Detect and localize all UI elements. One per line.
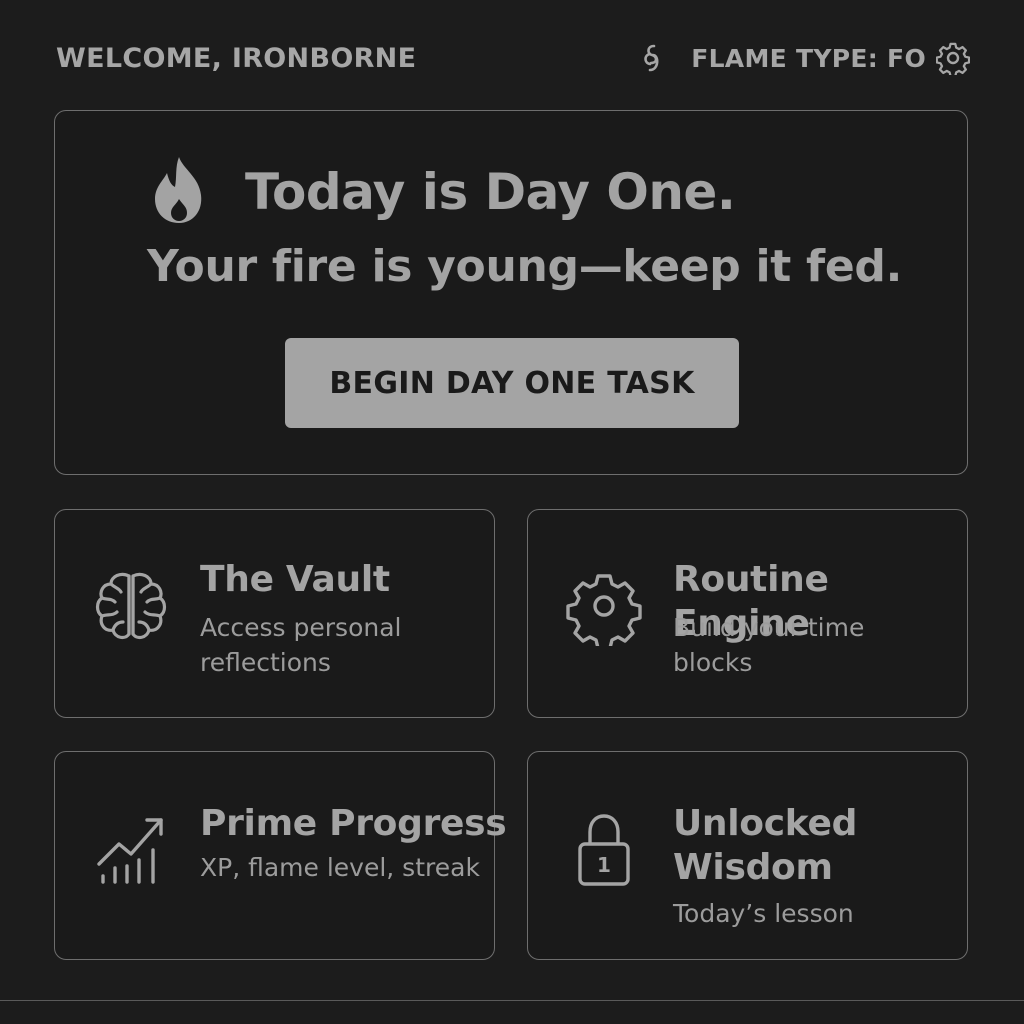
gear-icon <box>564 566 644 650</box>
vault-card[interactable]: The Vault Access personal reflections <box>54 509 495 718</box>
card-description: XP, flame level, streak <box>200 853 480 882</box>
link-icon[interactable] <box>641 43 663 73</box>
bottom-divider <box>0 1000 1024 1001</box>
card-description: Today’s lesson <box>673 899 854 928</box>
unlocked-wisdom-card[interactable]: 1 Unlocked Wisdom Today’s lesson <box>527 751 968 960</box>
dashboard-screen: WELCOME, IRONBORNE FLAME TYPE: FO Today … <box>0 0 1024 1024</box>
hero-title-row: Today is Day One. <box>149 155 736 229</box>
lock-icon: 1 <box>564 810 644 890</box>
day-one-hero-card: Today is Day One. Your fire is young—kee… <box>54 110 968 475</box>
lock-badge: 1 <box>597 853 611 877</box>
routine-engine-card[interactable]: Routine Engine Build your time blocks <box>527 509 968 718</box>
card-title: Prime Progress <box>200 803 507 844</box>
card-description: Build your time blocks <box>673 613 865 677</box>
header: WELCOME, IRONBORNE FLAME TYPE: FO <box>56 38 970 78</box>
hero-subtitle: Your fire is young—keep it fed. <box>147 241 903 292</box>
prime-progress-card[interactable]: Prime Progress XP, flame level, streak <box>54 751 507 960</box>
gear-icon[interactable] <box>936 41 970 75</box>
card-title: The Vault <box>200 559 390 600</box>
brain-icon <box>91 566 171 646</box>
flame-icon <box>149 155 209 229</box>
header-right: FLAME TYPE: FO <box>641 41 970 75</box>
flame-type-label: FLAME TYPE: FO <box>691 43 926 73</box>
begin-day-one-task-button[interactable]: BEGIN DAY ONE TASK <box>285 338 739 428</box>
card-description: Access personal reflections <box>200 613 402 677</box>
welcome-text: WELCOME, IRONBORNE <box>56 42 417 74</box>
card-title: Unlocked Wisdom <box>673 803 858 888</box>
chart-up-icon <box>91 810 171 890</box>
hero-title: Today is Day One. <box>245 163 736 221</box>
